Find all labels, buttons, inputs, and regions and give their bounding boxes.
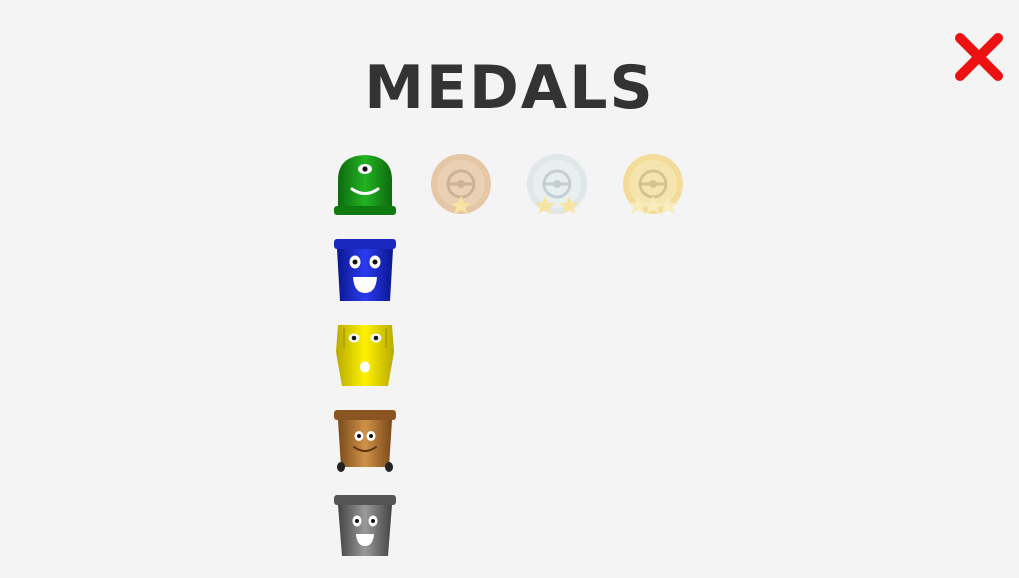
page-title: MEDALS (364, 53, 655, 123)
green-bin-icon (332, 152, 398, 218)
gray-bin-icon (332, 492, 398, 558)
blue-bin-icon (332, 237, 398, 303)
brown-bin-icon (332, 407, 398, 473)
silver-medal-icon (524, 152, 590, 218)
yellow-bin-icon (332, 322, 398, 388)
gold-medal-icon (620, 152, 686, 218)
close-icon (955, 33, 1003, 81)
bronze-medal-icon (428, 152, 494, 218)
close-button[interactable] (948, 26, 1010, 88)
